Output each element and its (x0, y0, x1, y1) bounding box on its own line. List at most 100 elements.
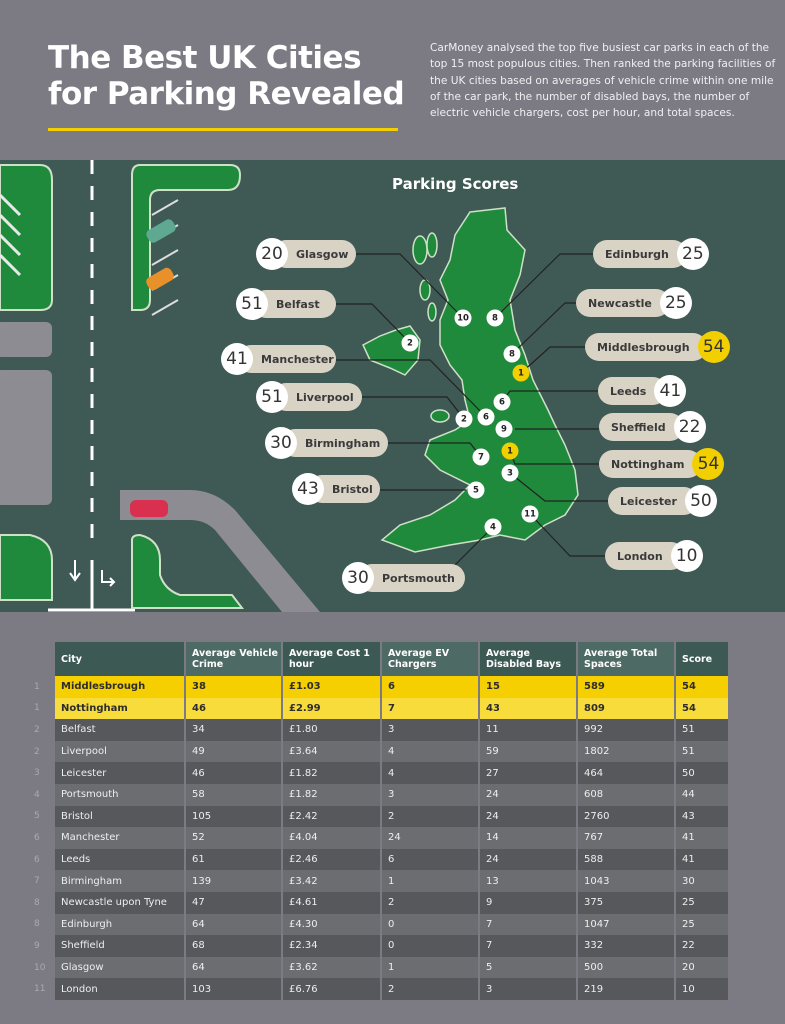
table-cell: Belfast (55, 719, 186, 741)
table-cell: Glasgow (55, 956, 186, 979)
page-title: The Best UK Cities for Parking Revealed (48, 40, 405, 112)
map-pin-london: 11 (521, 505, 539, 523)
table-cell: 5 (480, 956, 578, 979)
table-cell: £4.04 (283, 827, 382, 849)
table-cell: Liverpool (55, 740, 186, 763)
parking-lines (151, 199, 179, 316)
table-cell: 992 (578, 719, 676, 741)
table-cell: 7 (480, 935, 578, 957)
city-name: Liverpool (296, 390, 354, 404)
table-cell: 43 (480, 697, 578, 720)
city-label-sheffield: Sheffield 22 (599, 411, 706, 443)
table-cell: £1.82 (283, 783, 382, 806)
map-title: Parking Scores (392, 175, 519, 193)
table-cell: 54 (676, 676, 728, 698)
table-cell: 20 (676, 956, 728, 979)
rank-cell: 4 (34, 789, 40, 800)
table-cell: £4.30 (283, 913, 382, 936)
table-cell: 464 (578, 762, 676, 784)
city-name: London (617, 549, 663, 563)
city-name: Leicester (620, 494, 677, 508)
table-cell: 103 (186, 978, 283, 1000)
table-cell: Bristol (55, 805, 186, 828)
table-cell: 139 (186, 870, 283, 892)
table-cell: 13 (480, 870, 578, 892)
table-cell: £3.64 (283, 740, 382, 763)
table-cell: 588 (578, 848, 676, 871)
table-cell: 2 (382, 891, 480, 914)
table-cell: 41 (676, 848, 728, 871)
rank-cell: 2 (34, 746, 40, 757)
table-row: 8 Newcastle upon Tyne 47 £4.61 2 9 375 25 (30, 891, 728, 914)
table-cell: 61 (186, 848, 283, 871)
map-pin-manchester: 6 (477, 408, 495, 426)
score-badge: 54 (697, 331, 730, 363)
rank-cell: 6 (34, 854, 40, 865)
city-name: Portsmouth (382, 571, 455, 585)
rank-cell: 2 (34, 724, 40, 735)
table-row: 6 Manchester 52 £4.04 24 14 767 41 (30, 827, 728, 849)
city-name: Middlesbrough (597, 340, 690, 354)
table-cell: £1.82 (283, 762, 382, 784)
grass-patch (131, 533, 245, 609)
table-cell: Manchester (55, 827, 186, 849)
car-icon (130, 500, 168, 517)
rank-cell: 10 (34, 962, 46, 973)
rank-cell: 1 (34, 703, 40, 714)
table-cell: 1 (382, 870, 480, 892)
score-badge: 20 (256, 238, 288, 270)
city-name: Bristol (332, 482, 373, 496)
score-badge: 30 (265, 427, 297, 459)
score-badge: 41 (221, 343, 253, 375)
table-cell: 6 (382, 848, 480, 871)
map-pin-newcastle: 8 (503, 345, 521, 363)
table-cell: £6.76 (283, 978, 382, 1000)
table-cell: 34 (186, 719, 283, 741)
table-cell: 30 (676, 870, 728, 892)
city-name: Newcastle (588, 296, 652, 310)
table-cell: 22 (676, 935, 728, 957)
table-cell: 0 (382, 913, 480, 936)
map-pin-leeds: 6 (493, 393, 511, 411)
table-row: 7 Birmingham 139 £3.42 1 13 1043 30 (30, 870, 728, 892)
score-badge: 51 (236, 288, 268, 320)
table-cell: 11 (480, 719, 578, 741)
table-row: 3 Leicester 46 £1.82 4 27 464 50 (30, 762, 728, 784)
rank-cell: 3 (34, 768, 40, 779)
table-cell: 2 (382, 978, 480, 1000)
table-cell: 0 (382, 935, 480, 957)
city-label-newcastle: Newcastle 25 (576, 287, 692, 319)
table-cell: 7 (382, 697, 480, 720)
table-cell: 51 (676, 740, 728, 763)
city-label-middlesbrough: Middlesbrough 54 (585, 331, 730, 363)
table-cell: 4 (382, 740, 480, 763)
arrow-down-icon (69, 560, 81, 582)
table-cell: 332 (578, 935, 676, 957)
score-badge: 30 (342, 562, 374, 594)
map-pin-leicester: 3 (501, 464, 519, 482)
parking-bay (0, 370, 52, 505)
city-label-leeds: Leeds 41 (598, 375, 687, 407)
table-row: 8 Edinburgh 64 £4.30 0 7 1047 25 (30, 913, 728, 936)
rank-cell: 9 (34, 940, 40, 951)
table-cell: Middlesbrough (55, 676, 186, 698)
rank-cell: 5 (34, 811, 40, 822)
column-header: Average Vehicle Crime (186, 642, 283, 676)
rank-cell: 1 (34, 681, 40, 692)
table-cell: £2.34 (283, 935, 382, 957)
grass-patch (0, 534, 53, 601)
table-row: 6 Leeds 61 £2.46 6 24 588 41 (30, 848, 728, 871)
table-cell: Birmingham (55, 870, 186, 892)
city-label-belfast: 51 Belfast (236, 288, 336, 320)
city-label-portsmouth: 30 Portsmouth (342, 562, 465, 594)
table-cell: £4.61 (283, 891, 382, 914)
table-row: 9 Sheffield 68 £2.34 0 7 332 22 (30, 935, 728, 957)
city-label-manchester: 41 Manchester (221, 343, 336, 375)
rank-cell: 7 (34, 876, 40, 887)
table-cell: 58 (186, 783, 283, 806)
table-cell: 43 (676, 805, 728, 828)
map-pin-portsmouth: 4 (484, 518, 502, 536)
city-name: Edinburgh (605, 247, 669, 261)
table-cell: £2.42 (283, 805, 382, 828)
city-label-birmingham: 30 Birmingham (265, 427, 388, 459)
